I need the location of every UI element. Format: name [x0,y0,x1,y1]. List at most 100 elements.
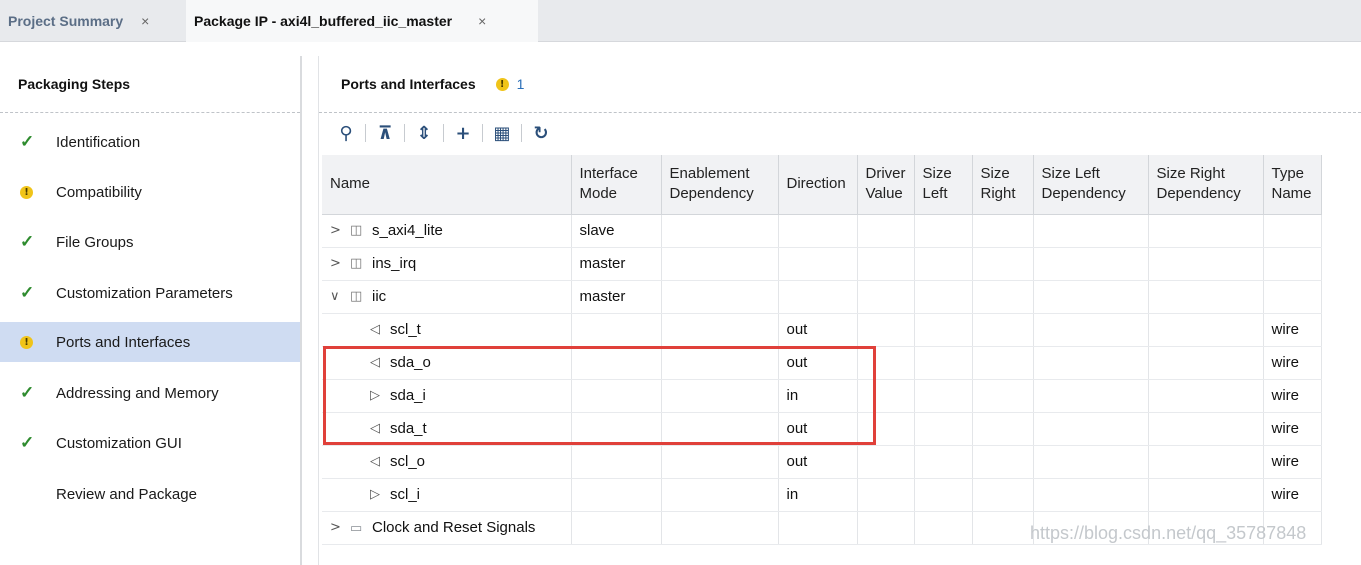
cell-type-name[interactable]: wire [1263,478,1322,512]
step-file-groups[interactable]: ✓ File Groups [0,222,300,262]
chevron-right-icon[interactable]: > [330,520,350,535]
cell[interactable] [1148,280,1264,314]
cell[interactable] [972,313,1034,347]
cell[interactable] [914,247,973,281]
cell-interface-mode[interactable]: slave [571,214,662,248]
cell[interactable] [1033,247,1149,281]
table-row[interactable]: ∨ ◫ iic master [322,280,1322,314]
cell-type-name[interactable] [1263,247,1322,281]
cell[interactable] [914,214,973,248]
cell[interactable] [1033,346,1149,380]
cell[interactable] [914,511,973,545]
table-row[interactable]: ▷ scl_i in wire [322,478,1322,512]
close-icon[interactable]: × [478,13,486,29]
column-header-driver-value[interactable]: Driver Value [857,155,915,215]
cell-interface-mode[interactable] [571,445,662,479]
cell[interactable] [1148,313,1264,347]
cell[interactable] [857,478,915,512]
cell-direction[interactable]: out [778,445,858,479]
cell-direction[interactable] [778,511,858,545]
cell[interactable] [661,280,779,314]
add-icon[interactable]: + [450,120,476,146]
cell[interactable] [972,412,1034,446]
cell-direction[interactable]: out [778,313,858,347]
cell[interactable] [1033,214,1149,248]
cell[interactable] [661,478,779,512]
chevron-down-icon[interactable]: ∨ [330,289,350,304]
cell[interactable] [857,511,915,545]
bus-interface-icon[interactable]: ▦ [489,120,515,146]
cell[interactable] [972,346,1034,380]
refresh-icon[interactable]: ↻ [528,120,554,146]
close-icon[interactable]: × [141,13,149,29]
cell[interactable] [1148,346,1264,380]
table-row[interactable]: > ◫ s_axi4_lite slave [322,214,1322,248]
cell[interactable] [1033,280,1149,314]
cell[interactable] [972,379,1034,413]
table-row[interactable]: ◁ scl_t out wire [322,313,1322,347]
cell-type-name[interactable]: wire [1263,445,1322,479]
column-header-size-left-dependency[interactable]: Size Left Dependency [1033,155,1149,215]
cell[interactable] [972,280,1034,314]
column-header-type-name[interactable]: Type Name [1263,155,1322,215]
cell-direction[interactable] [778,280,858,314]
column-header-size-left[interactable]: Size Left [914,155,973,215]
cell[interactable] [914,412,973,446]
cell[interactable] [1033,412,1149,446]
cell[interactable] [914,313,973,347]
cell[interactable] [972,214,1034,248]
step-review-and-package[interactable]: Review and Package [0,474,300,514]
cell[interactable] [1148,379,1264,413]
chevron-right-icon[interactable]: > [330,256,350,271]
cell[interactable] [972,247,1034,281]
cell-type-name[interactable]: wire [1263,346,1322,380]
cell[interactable] [857,280,915,314]
cell[interactable] [1033,379,1149,413]
cell-interface-mode[interactable] [571,511,662,545]
cell-interface-mode[interactable] [571,313,662,347]
cell[interactable] [857,313,915,347]
cell[interactable] [972,511,1034,545]
cell[interactable] [972,478,1034,512]
cell[interactable] [857,247,915,281]
cell-interface-mode[interactable]: master [571,280,662,314]
step-customization-gui[interactable]: ✓ Customization GUI [0,423,300,463]
cell[interactable] [661,247,779,281]
cell[interactable] [914,379,973,413]
step-ports-and-interfaces[interactable]: ! Ports and Interfaces [0,322,300,362]
table-row[interactable]: ◁ scl_o out wire [322,445,1322,479]
cell[interactable] [857,445,915,479]
column-header-interface-mode[interactable]: Interface Mode [571,155,662,215]
chevron-right-icon[interactable]: > [330,223,350,238]
cell-type-name[interactable] [1263,214,1322,248]
step-customization-parameters[interactable]: ✓ Customization Parameters [0,273,300,313]
cell[interactable] [1148,478,1264,512]
cell[interactable] [972,445,1034,479]
tab-package-ip[interactable]: Package IP - axi4l_buffered_iic_master × [186,0,538,42]
step-identification[interactable]: ✓ Identification [0,122,300,162]
column-header-direction[interactable]: Direction [778,155,858,215]
expand-all-icon[interactable]: ⇕ [411,120,437,146]
cell[interactable] [914,478,973,512]
column-header-enablement-dependency[interactable]: Enablement Dependency [661,155,779,215]
warning-count[interactable]: 1 [517,76,525,92]
cell[interactable] [1148,445,1264,479]
search-icon[interactable]: ⚲ [333,120,359,146]
cell-type-name[interactable]: wire [1263,379,1322,413]
cell-type-name[interactable]: wire [1263,412,1322,446]
cell[interactable] [1148,214,1264,248]
cell[interactable] [1033,313,1149,347]
cell[interactable] [914,280,973,314]
table-row[interactable]: > ◫ ins_irq master [322,247,1322,281]
column-header-size-right[interactable]: Size Right [972,155,1034,215]
cell-direction[interactable] [778,214,858,248]
cell[interactable] [914,346,973,380]
step-compatibility[interactable]: ! Compatibility [0,172,300,212]
cell[interactable] [661,214,779,248]
step-addressing-and-memory[interactable]: ✓ Addressing and Memory [0,373,300,413]
cell[interactable] [1148,412,1264,446]
cell[interactable] [857,214,915,248]
cell-direction[interactable]: in [778,478,858,512]
collapse-all-icon[interactable]: ⊼ [372,120,398,146]
cell[interactable] [914,445,973,479]
